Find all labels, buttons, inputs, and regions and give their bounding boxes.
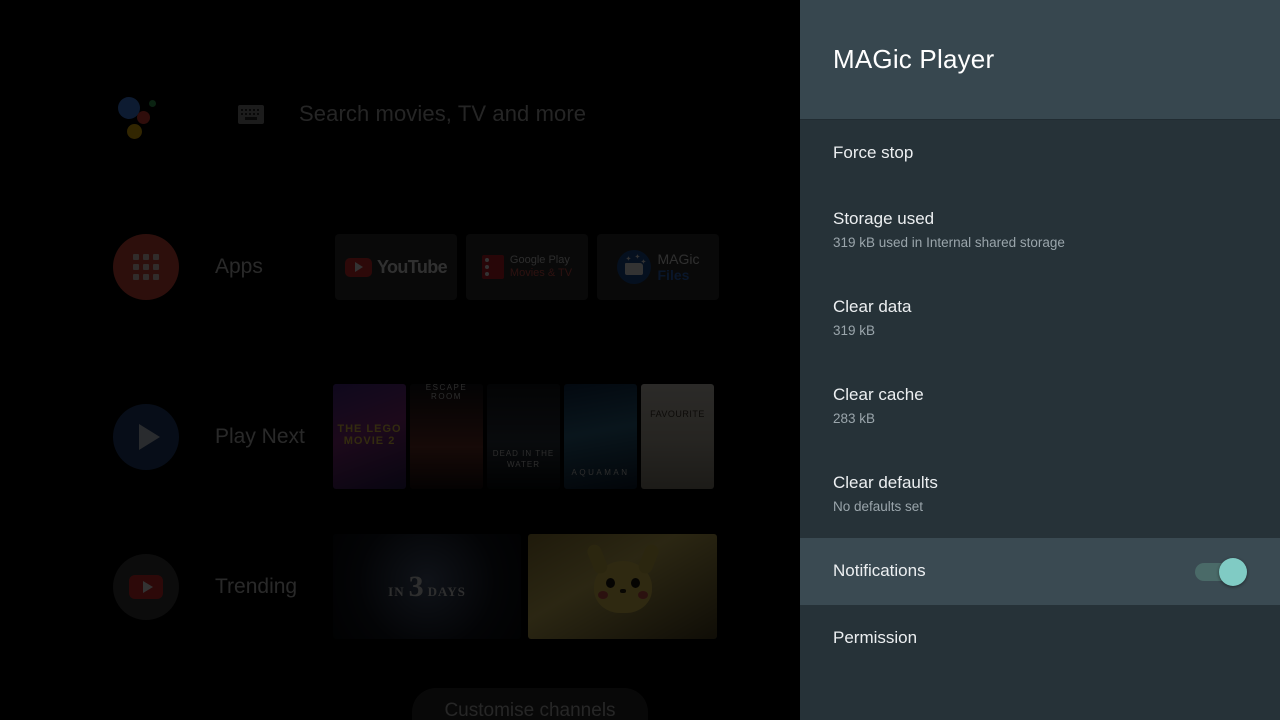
- app-tile-label-line1: Google Play: [509, 254, 570, 267]
- youtube-play-icon: [344, 257, 372, 277]
- search-placeholder: Search movies, TV and more: [299, 101, 587, 126]
- app-tile-google-play-movies[interactable]: Google Play Movies & TV: [466, 234, 588, 300]
- poster-tile[interactable]: ESCAPE ROOM: [410, 384, 483, 489]
- settings-item-clear-cache[interactable]: Clear cache 283 kB: [800, 362, 1280, 450]
- settings-item-title: Clear defaults: [833, 472, 938, 492]
- app-tile-youtube[interactable]: YouTube: [335, 234, 457, 300]
- google-assistant-dots-icon[interactable]: [118, 92, 162, 139]
- poster-title: DEAD IN THE WATER: [492, 448, 555, 470]
- poster-tile[interactable]: THE LEGO MOVIE 2: [333, 384, 406, 489]
- settings-item-subtitle: 319 kB used in Internal shared storage: [833, 235, 1065, 251]
- magic-files-folder-icon: ✦ ✦ ✦: [616, 250, 651, 284]
- video-thumb-in-3-days[interactable]: IN 3 DAYS: [333, 534, 521, 639]
- poster-tile[interactable]: AQUAMAN: [564, 384, 637, 489]
- play-triangle-icon[interactable]: [113, 403, 179, 470]
- settings-item-subtitle: 319 kB: [833, 323, 876, 339]
- settings-item-permission[interactable]: Permission: [800, 605, 1280, 671]
- thumb-text-number: 3: [408, 569, 424, 603]
- app-settings-panel: MAGic Player Force stop Storage used 319…: [800, 0, 1280, 720]
- settings-item-title: Clear cache: [833, 384, 924, 404]
- poster-title: ESCAPE ROOM: [425, 384, 468, 401]
- app-tile-label-line2: Files: [657, 267, 690, 283]
- apps-grid-icon[interactable]: [113, 234, 179, 300]
- customise-channels-label: Customise channels: [444, 700, 616, 720]
- youtube-play-icon[interactable]: [113, 553, 179, 620]
- customise-channels-button[interactable]: Customise channels: [412, 688, 648, 720]
- keyboard-icon[interactable]: [238, 104, 264, 124]
- settings-item-notifications[interactable]: Notifications: [800, 538, 1280, 605]
- poster-tile[interactable]: DEAD IN THE WATER: [487, 384, 560, 489]
- settings-item-clear-defaults[interactable]: Clear defaults No defaults set: [800, 450, 1280, 538]
- app-tile-magic-files[interactable]: ✦ ✦ ✦ MAGic Files: [597, 234, 719, 300]
- settings-item-storage-used[interactable]: Storage used 319 kB used in Internal sha…: [800, 186, 1280, 274]
- play-clapper-icon: [481, 255, 504, 279]
- page-title: MAGic Player: [833, 44, 995, 74]
- poster-title: THE LEGO MOVIE 2: [337, 423, 402, 447]
- thumb-text-post: DAYS: [427, 583, 466, 599]
- settings-item-title: Permission: [833, 627, 918, 647]
- search-bar[interactable]: Search movies, TV and more: [118, 92, 587, 139]
- settings-item-title: Clear data: [833, 296, 912, 316]
- video-thumb-detective-pikachu[interactable]: [528, 534, 717, 639]
- app-tile-label-line1: MAGic: [657, 250, 700, 267]
- settings-item-title: Notifications: [833, 561, 926, 581]
- poster-tile[interactable]: FAVOURITE: [641, 384, 714, 489]
- toggle-thumb: [1219, 557, 1247, 586]
- panel-header: MAGic Player: [800, 0, 1280, 119]
- settings-item-clear-data[interactable]: Clear data 319 kB: [800, 274, 1280, 362]
- app-tile-label-line2: Movies & TV: [509, 267, 573, 279]
- settings-item-subtitle: 283 kB: [833, 411, 876, 427]
- settings-item-subtitle: No defaults set: [833, 499, 924, 515]
- settings-item-title: Force stop: [833, 142, 914, 162]
- poster-title: AQUAMAN: [571, 468, 630, 477]
- poster-title: FAVOURITE: [650, 409, 705, 419]
- notifications-toggle[interactable]: [1195, 557, 1247, 586]
- thumb-text-pre: IN: [388, 583, 405, 599]
- settings-item-force-stop[interactable]: Force stop: [800, 120, 1280, 186]
- app-tile-label: YouTube: [376, 256, 448, 277]
- screen: Search movies, TV and more Apps YouTube: [0, 0, 1280, 720]
- settings-item-title: Storage used: [833, 208, 935, 228]
